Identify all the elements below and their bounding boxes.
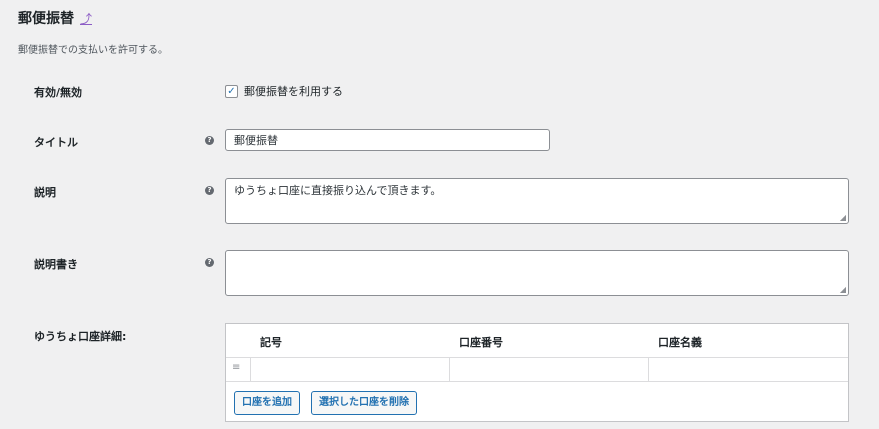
back-arrow-icon[interactable]: ⤴ [80, 10, 92, 27]
description-label: 説明 [34, 186, 56, 199]
help-icon[interactable]: ? [205, 186, 214, 195]
cell-account-number[interactable] [449, 357, 649, 381]
title-label: タイトル [34, 136, 78, 149]
cell-account-name[interactable] [648, 357, 848, 381]
enable-label: 有効/無効 [34, 86, 83, 99]
section-description: 郵便振替での支払いを許可する。 [18, 45, 168, 56]
enable-checkbox[interactable]: ✓ [225, 84, 238, 98]
drag-handle-icon[interactable]: ≡ [232, 362, 240, 373]
column-header-symbol: 記号 [260, 336, 282, 349]
accounts-table: 記号 口座番号 口座名義 ≡ 口座を追加 選択した口座を削除 [225, 323, 849, 422]
instructions-label: 説明書き [34, 258, 78, 271]
enable-checkbox-row[interactable]: ✓ 郵便振替を利用する [225, 83, 343, 99]
description-text: ゆうちょ口座に直接振り込んで頂きます。 [234, 184, 442, 197]
help-icon[interactable]: ? [205, 258, 214, 267]
resize-grip-icon[interactable]: ◢ [840, 285, 846, 294]
column-header-account-name: 口座名義 [658, 336, 702, 349]
resize-grip-icon[interactable]: ◢ [840, 213, 846, 222]
instructions-textarea[interactable]: ◢ [225, 250, 849, 296]
accounts-label: ゆうちょ口座詳細: [34, 330, 127, 343]
description-textarea[interactable]: ゆうちょ口座に直接振り込んで頂きます。 ◢ [225, 178, 849, 224]
enable-checkbox-label[interactable]: 郵便振替を利用する [244, 83, 343, 99]
accounts-table-header: 記号 口座番号 口座名義 [226, 324, 848, 358]
table-row[interactable]: ≡ [226, 357, 848, 382]
column-header-account-number: 口座番号 [459, 336, 503, 349]
add-account-button[interactable]: 口座を追加 [234, 391, 300, 415]
cell-symbol[interactable] [250, 357, 450, 381]
section-heading: 郵便振替 ⤴ [18, 8, 92, 28]
page-title: 郵便振替 [18, 11, 74, 27]
help-icon[interactable]: ? [205, 136, 214, 145]
title-input[interactable]: 郵便振替 [225, 129, 550, 151]
remove-account-button[interactable]: 選択した口座を削除 [311, 391, 417, 415]
settings-panel: 郵便振替 ⤴ 郵便振替での支払いを許可する。 有効/無効 ✓ 郵便振替を利用する… [5, 0, 879, 429]
